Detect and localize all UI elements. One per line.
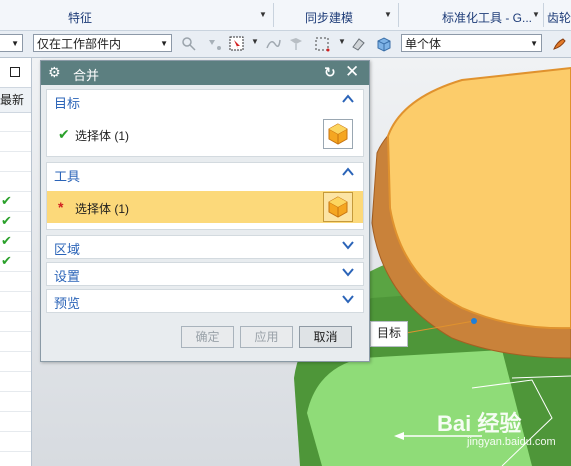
curve-rule-icon[interactable] (265, 36, 281, 52)
settings-section-header[interactable]: 设置 (54, 266, 80, 285)
chevron-down-icon[interactable] (341, 265, 355, 279)
chevron-down-icon[interactable]: ▼ (384, 10, 392, 19)
chevron-down-icon[interactable]: ▼ (251, 37, 259, 46)
column-header-latest[interactable]: 最新 (0, 87, 31, 113)
chevron-up-icon[interactable] (341, 92, 355, 106)
cube-icon (328, 196, 348, 218)
target-section: 目标 ✔ 选择体 (1) (46, 89, 364, 157)
ribbon-group-standard-tools[interactable]: 标准化工具 - G... (442, 9, 532, 26)
cancel-button[interactable]: 取消 (299, 326, 352, 348)
check-icon: ✔ (1, 193, 12, 208)
list-item[interactable] (0, 332, 31, 352)
region-section-header[interactable]: 区域 (54, 239, 80, 258)
select-body-button[interactable] (323, 119, 353, 149)
close-icon[interactable]: ✕ (345, 62, 359, 82)
chevron-down-icon[interactable]: ▼ (338, 37, 346, 46)
chevron-down-icon[interactable] (341, 292, 355, 306)
list-item[interactable] (0, 352, 31, 372)
list-item[interactable]: ✔ (0, 192, 31, 212)
list-item[interactable]: ✔ (0, 252, 31, 272)
dialog-title-bar[interactable]: ⚙ 合并 ↻ ✕ (41, 61, 369, 85)
snap-point-icon[interactable] (181, 36, 197, 52)
watermark-url: jingyan.baidu.com (467, 436, 556, 448)
settings-section[interactable]: 设置 (46, 262, 364, 286)
chevron-down-icon[interactable] (341, 238, 355, 252)
face-rule-icon[interactable] (288, 36, 304, 52)
target-select-body-row[interactable]: ✔ 选择体 (1) (47, 118, 363, 150)
list-item[interactable] (0, 412, 31, 432)
tool-select-body-row[interactable]: * 选择体 (1) (47, 191, 363, 223)
ribbon-group-sync-modeling[interactable]: 同步建模 (305, 9, 353, 26)
divider (398, 3, 399, 27)
paint-brush-icon[interactable] (551, 36, 567, 52)
list-item[interactable] (0, 312, 31, 332)
target-section-header[interactable]: 目标 (54, 93, 80, 112)
cube-icon (328, 123, 348, 145)
list-item[interactable] (0, 432, 31, 452)
unite-dialog: ⚙ 合并 ↻ ✕ 目标 ✔ 选择体 (1) 工具 * 选择体 (1) 区域 设置… (40, 60, 370, 362)
chevron-down-icon: ▼ (530, 39, 538, 48)
list-item[interactable] (0, 132, 31, 152)
list-item[interactable] (0, 392, 31, 412)
chevron-down-icon[interactable]: ▼ (259, 10, 267, 19)
list-item[interactable]: ✔ (0, 232, 31, 252)
chevron-up-icon[interactable] (341, 165, 355, 179)
list-item[interactable] (0, 172, 31, 192)
list-item[interactable]: ✔ (0, 212, 31, 232)
target-select-label: 选择体 (1) (75, 129, 130, 143)
anchor-point[interactable] (471, 318, 477, 324)
selection-toolbar: ▼ 仅在工作部件内 ▼ ▼ ▼ 单个体 ▼ (0, 31, 571, 58)
body-filter-select[interactable]: 单个体 ▼ (401, 34, 542, 52)
reset-icon[interactable]: ↻ (324, 64, 336, 81)
check-icon: ✔ (1, 213, 12, 228)
gear-icon[interactable]: ⚙ (48, 64, 61, 81)
ribbon-group-bar: 特征 ▼ 同步建模 ▼ 标准化工具 - G... ▼ 齿轮... (0, 0, 571, 31)
watermark-text: Bai 经验 (437, 411, 522, 436)
divider (273, 3, 274, 27)
chevron-down-icon: ▼ (11, 39, 19, 48)
solid-body-icon[interactable] (376, 36, 392, 52)
tool-select-label: 选择体 (1) (75, 202, 130, 216)
preview-section-header[interactable]: 预览 (54, 293, 80, 312)
selection-intent-icon[interactable] (229, 36, 245, 52)
tool-section: 工具 * 选择体 (1) (46, 162, 364, 230)
ribbon-group-gear[interactable]: 齿轮... (547, 9, 571, 26)
list-item[interactable] (0, 272, 31, 292)
list-item[interactable] (0, 292, 31, 312)
chevron-down-icon: ▼ (160, 39, 168, 48)
check-icon: ✔ (1, 233, 12, 248)
select-body-button[interactable] (323, 192, 353, 222)
divider (543, 3, 544, 27)
list-item[interactable] (0, 372, 31, 392)
ribbon-group-feature[interactable]: 特征 (68, 9, 92, 26)
preview-section[interactable]: 预览 (46, 289, 364, 313)
body-filter-value: 单个体 (405, 37, 442, 51)
required-asterisk-icon: * (58, 199, 64, 215)
ok-button[interactable]: 确定 (181, 326, 234, 348)
maximize-icon[interactable] (10, 67, 20, 77)
rectangle-select-icon[interactable] (314, 36, 330, 52)
dialog-title: 合并 (73, 68, 100, 83)
part-navigator-panel: 最新 ✔ ✔ ✔ ✔ (0, 58, 32, 466)
scope-select-value: 仅在工作部件内 (37, 37, 122, 51)
target-callout: 目标 (370, 321, 408, 347)
point-filter-icon[interactable] (207, 36, 223, 52)
baidu-watermark: Bai 经验 jingyan.baidu.com (437, 400, 567, 460)
list-item[interactable] (0, 152, 31, 172)
check-icon: ✔ (58, 126, 70, 142)
check-icon: ✔ (1, 253, 12, 268)
list-item[interactable] (0, 112, 31, 132)
tool-section-header[interactable]: 工具 (54, 166, 80, 185)
type-filter-select[interactable]: ▼ (0, 34, 23, 52)
chevron-down-icon[interactable]: ▼ (532, 10, 540, 19)
eraser-icon[interactable] (350, 36, 366, 52)
apply-button[interactable]: 应用 (240, 326, 293, 348)
region-section[interactable]: 区域 (46, 235, 364, 259)
scope-select[interactable]: 仅在工作部件内 ▼ (33, 34, 172, 52)
